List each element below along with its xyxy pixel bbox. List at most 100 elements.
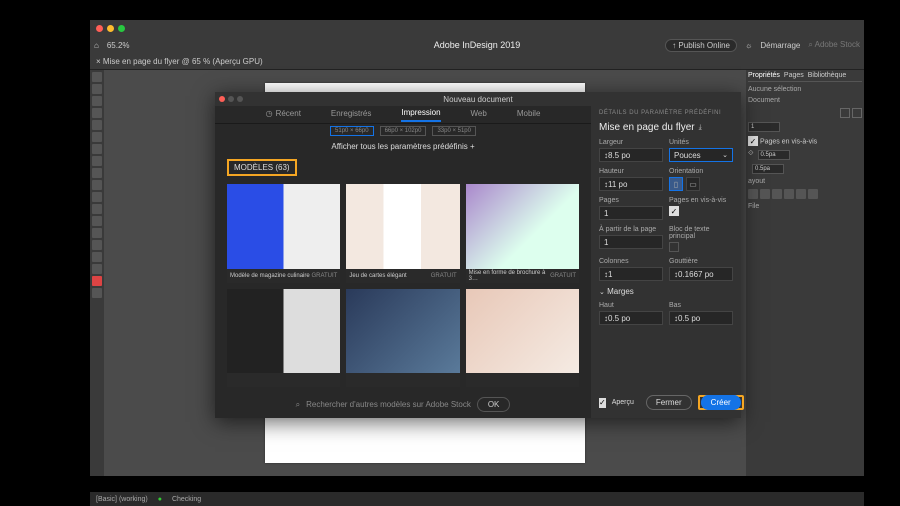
status-checking[interactable]: Checking [172, 496, 201, 503]
tab-recent[interactable]: ◷Récent [266, 109, 301, 121]
align-4[interactable] [784, 189, 794, 199]
dialog-buttons: ✓ Aperçu Fermer Créer [599, 395, 733, 410]
gutter-input[interactable]: ↕ 0.1667 po [669, 267, 733, 281]
tab-mobile[interactable]: Mobile [517, 109, 541, 121]
tool-direct[interactable] [92, 84, 102, 94]
preset-0[interactable]: 51p0 × 66p0 [330, 126, 374, 136]
tool-stroke[interactable] [92, 288, 102, 298]
document-tab[interactable]: × Mise en page du flyer @ 65 % (Aperçu G… [90, 54, 864, 70]
template-2[interactable]: Mise en forme de brochure à 3…GRATUIT [466, 184, 579, 283]
bottom-input[interactable]: ↕ 0.5 po [669, 311, 733, 325]
template-0[interactable]: Modèle de magazine culinaireGRATUIT [227, 184, 340, 283]
preset-2[interactable]: 33p0 × 51p0 [432, 126, 476, 136]
ok-button[interactable]: OK [477, 397, 511, 412]
layout-label: ayout [748, 178, 862, 185]
pages-count[interactable]: 1 [748, 122, 780, 132]
page-icon-b[interactable] [852, 108, 862, 118]
tool-pen[interactable] [92, 144, 102, 154]
tool-page[interactable] [92, 96, 102, 106]
workspace-menu[interactable]: Démarrage [760, 41, 800, 50]
tab-pages[interactable]: Pages [784, 72, 804, 79]
templates-grid: Modèle de magazine culinaireGRATUIT Jeu … [215, 180, 591, 391]
tool-gradient[interactable] [92, 216, 102, 226]
dialog-close-dot[interactable] [219, 96, 225, 102]
max-dot[interactable] [118, 25, 125, 32]
tab-print[interactable]: Impression [401, 108, 440, 122]
orient-portrait[interactable]: ▯ [669, 177, 683, 191]
link-icon[interactable]: ⟐ [748, 150, 754, 160]
template-3[interactable] [227, 289, 340, 388]
tool-type[interactable] [92, 120, 102, 130]
facing-checkbox[interactable]: ✓ [669, 206, 679, 216]
home-icon[interactable]: ⌂ [94, 41, 99, 50]
publish-button[interactable]: ↑ Publish Online [665, 39, 737, 52]
tool-pencil[interactable] [92, 156, 102, 166]
gutter-label: Gouttière [669, 258, 733, 265]
cols-input[interactable]: ↕ 1 [599, 267, 663, 281]
doc-label: Document [748, 97, 862, 104]
close-button[interactable]: Fermer [646, 395, 692, 410]
margins-toggle[interactable]: ⌄ Marges [599, 287, 733, 296]
download-icon[interactable]: ⤓ [699, 124, 702, 132]
tool-zoom[interactable] [92, 264, 102, 274]
tool-selection[interactable] [92, 72, 102, 82]
stock-search-input[interactable]: Rechercher d'autres modèles sur Adobe St… [306, 400, 471, 409]
align-6[interactable] [808, 189, 818, 199]
top-input[interactable]: ↕ 0.5 po [599, 311, 663, 325]
brightness-icon[interactable]: ☼ [745, 41, 752, 50]
tool-scissors[interactable] [92, 192, 102, 202]
preset-name[interactable]: Mise en page du flyer [599, 122, 695, 133]
preset-1[interactable]: 66p0 × 102p0 [380, 126, 427, 136]
tool-eyedrop[interactable] [92, 240, 102, 250]
tab-web[interactable]: Web [471, 109, 487, 121]
zoom-level[interactable]: 65.2% [107, 41, 130, 50]
template-1[interactable]: Jeu de cartes élégantGRATUIT [346, 184, 459, 283]
new-document-dialog: Nouveau document ◷Récent Enregistrés Imp… [215, 92, 741, 418]
status-basic[interactable]: [Basic] (working) [96, 496, 148, 503]
page-icon-a[interactable] [840, 108, 850, 118]
tool-line[interactable] [92, 132, 102, 142]
tool-gap[interactable] [92, 108, 102, 118]
align-2[interactable] [760, 189, 770, 199]
models-header: MODÈLES (63) [227, 159, 297, 176]
start-input[interactable]: 1 [599, 235, 663, 249]
units-select[interactable]: Pouces⌄ [669, 148, 733, 162]
tab-saved[interactable]: Enregistrés [331, 109, 371, 121]
panel-tabs: Propriétés Pages Bibliothèque [748, 72, 862, 82]
bottom-label: Bas [669, 302, 733, 309]
tool-transform[interactable] [92, 204, 102, 214]
template-5[interactable] [466, 289, 579, 388]
close-dot[interactable] [96, 25, 103, 32]
tool-fill[interactable] [92, 276, 102, 286]
h-field[interactable]: 0.5pa [752, 164, 784, 174]
w-field[interactable]: 0.5pa [758, 150, 790, 160]
min-dot[interactable] [107, 25, 114, 32]
tool-frame[interactable] [92, 180, 102, 190]
orient-landscape[interactable]: ▭ [686, 177, 700, 191]
preview-checkbox[interactable]: ✓ [599, 398, 606, 408]
clock-icon: ◷ [266, 109, 273, 118]
facing-check[interactable]: ✓ [748, 136, 758, 146]
preset-row: 51p0 × 66p0 66p0 × 102p0 33p0 × 51p0 [215, 124, 591, 138]
view-all-presets[interactable]: Afficher tous les paramètres prédéfinis … [215, 138, 591, 155]
frame-checkbox[interactable] [669, 242, 679, 252]
orientation-label: Orientation [669, 168, 733, 175]
tool-rect[interactable] [92, 168, 102, 178]
facing-label: Pages en vis-à-vis [760, 139, 817, 146]
height-input[interactable]: ↕ 11 po [599, 177, 663, 191]
cols-label: Colonnes [599, 258, 663, 265]
search-input[interactable]: ⌕ Adobe Stock [808, 40, 860, 50]
align-3[interactable] [772, 189, 782, 199]
width-input[interactable]: ↕ 8.5 po [599, 148, 663, 162]
template-4[interactable] [346, 289, 459, 388]
tab-library[interactable]: Bibliothèque [808, 72, 847, 79]
tab-properties[interactable]: Propriétés [748, 72, 780, 79]
status-bar: [Basic] (working) ● Checking [90, 492, 864, 506]
align-5[interactable] [796, 189, 806, 199]
align-1[interactable] [748, 189, 758, 199]
tool-note[interactable] [92, 228, 102, 238]
pages-input[interactable]: 1 [599, 206, 663, 220]
create-button[interactable]: Créer [701, 395, 741, 410]
tool-hand[interactable] [92, 252, 102, 262]
create-highlight: Créer [698, 395, 744, 410]
